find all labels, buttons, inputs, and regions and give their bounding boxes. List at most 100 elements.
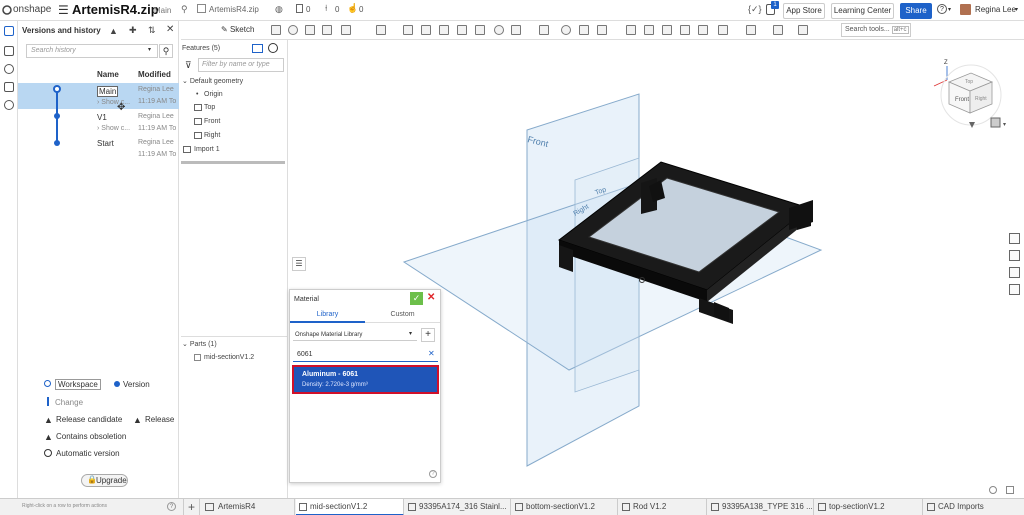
- filter-input[interactable]: Filter by name or type: [198, 58, 284, 72]
- part-item[interactable]: mid-sectionV1.2: [204, 354, 254, 361]
- create-version-icon[interactable]: ▲: [109, 26, 118, 36]
- link-icon[interactable]: ⚲: [181, 4, 188, 15]
- clear-search-icon[interactable]: ✕: [428, 349, 435, 358]
- tab-93395a138[interactable]: 93395A138_TYPE 316 ...: [708, 499, 814, 515]
- tab-bottom-section[interactable]: bottom-sectionV1.2: [512, 499, 618, 515]
- breadcrumb[interactable]: ArtemisR4.zip: [209, 5, 259, 14]
- cylinder-icon[interactable]: [494, 25, 504, 35]
- menu-icon[interactable]: ☰: [58, 3, 69, 17]
- offset-surface-icon[interactable]: [698, 25, 708, 35]
- add-tab-button[interactable]: +: [183, 499, 200, 515]
- history-icon[interactable]: [4, 100, 14, 110]
- feature-front[interactable]: Front: [204, 118, 220, 125]
- feature-right[interactable]: Right: [204, 132, 220, 139]
- search-icon[interactable]: ⚲: [159, 44, 173, 58]
- tab-mid-section[interactable]: mid-sectionV1.2: [296, 499, 404, 515]
- section-view-icon[interactable]: [1009, 250, 1020, 261]
- delete-part-icon[interactable]: [626, 25, 636, 35]
- render-mode-icon[interactable]: [1009, 233, 1020, 244]
- feature-origin[interactable]: Origin: [204, 91, 223, 98]
- add-feature-icon[interactable]: [252, 44, 263, 53]
- draft-icon[interactable]: [421, 25, 431, 35]
- version-name[interactable]: Main: [97, 86, 119, 97]
- transform-icon[interactable]: [597, 25, 607, 35]
- fit-view-icon[interactable]: [1006, 486, 1014, 494]
- view-cube-right[interactable]: Right: [975, 96, 987, 102]
- search-history-chevron-icon[interactable]: ▾: [148, 46, 151, 53]
- version-name[interactable]: Start: [97, 139, 114, 148]
- feature-top[interactable]: Top: [204, 104, 215, 111]
- mate-connector-icon[interactable]: [746, 25, 756, 35]
- rollback-icon[interactable]: [268, 43, 278, 53]
- globe-icon[interactable]: ◍: [275, 4, 283, 15]
- helix-icon[interactable]: [773, 25, 783, 35]
- material-result-aluminum[interactable]: Aluminum - 6061 Density: 2.720e-3 g/mm³: [292, 365, 439, 394]
- view-cube-top[interactable]: Top: [965, 79, 973, 85]
- split-icon[interactable]: [579, 25, 589, 35]
- tab-artemisr4[interactable]: ArtemisR4: [201, 499, 295, 515]
- tab-top-section[interactable]: top-sectionV1.2: [815, 499, 923, 515]
- branch-icon[interactable]: ✚: [129, 25, 137, 36]
- add-library-icon[interactable]: +: [421, 328, 435, 342]
- parts-toggle[interactable]: ⌄ Parts (1): [182, 340, 217, 348]
- version-name[interactable]: V1: [97, 113, 107, 122]
- help-icon[interactable]: ?: [937, 4, 947, 14]
- code-icon[interactable]: {✓}: [748, 4, 762, 15]
- fillet-icon[interactable]: [376, 25, 386, 35]
- sketch-button[interactable]: ✎ Sketch: [221, 25, 254, 34]
- close-versions-icon[interactable]: ✕: [166, 24, 174, 35]
- document-title[interactable]: ArtemisR4.zip: [72, 2, 159, 17]
- library-chevron-icon[interactable]: ▾: [409, 330, 412, 337]
- material-library-select[interactable]: Onshape Material Library: [293, 329, 417, 341]
- extrude-icon[interactable]: [271, 25, 281, 35]
- pattern-icon[interactable]: [511, 25, 521, 35]
- cancel-icon[interactable]: ✕: [427, 292, 435, 303]
- insert-icon[interactable]: [4, 46, 14, 56]
- viewport-settings-icon[interactable]: [989, 486, 997, 494]
- documents-icon[interactable]: [296, 4, 303, 13]
- view-cube-front[interactable]: Front: [955, 97, 969, 103]
- share-button[interactable]: Share: [900, 3, 932, 19]
- version-pin-icon[interactable]: ⍿: [325, 3, 327, 14]
- like-icon[interactable]: ☝: [347, 3, 358, 14]
- configurations-icon[interactable]: [4, 82, 14, 92]
- hint-help-icon[interactable]: ?: [167, 502, 176, 511]
- confirm-icon[interactable]: ✓: [410, 292, 423, 305]
- chamfer-icon[interactable]: [403, 25, 413, 35]
- shell-icon[interactable]: [457, 25, 467, 35]
- material-help-icon[interactable]: ?: [429, 470, 437, 478]
- feature-list-icon[interactable]: [4, 26, 14, 36]
- feature-import[interactable]: Import 1: [194, 146, 220, 153]
- replace-face-icon[interactable]: [680, 25, 690, 35]
- material-search-input[interactable]: 6061: [293, 348, 438, 362]
- tab-cad-imports[interactable]: CAD Imports: [924, 499, 1024, 515]
- modify-fillet-icon[interactable]: [644, 25, 654, 35]
- thicken-icon[interactable]: [341, 25, 351, 35]
- user-chevron-icon[interactable]: ▾: [1015, 6, 1018, 13]
- loft-icon[interactable]: [322, 25, 332, 35]
- plane-tool-icon[interactable]: [718, 25, 728, 35]
- view-options-icon[interactable]: [990, 117, 1001, 128]
- onshape-logo[interactable]: onshape: [13, 4, 51, 15]
- tab-library[interactable]: Library: [290, 309, 365, 323]
- tab-93395a174[interactable]: 93395A174_316 Stainl...: [405, 499, 511, 515]
- hole-icon[interactable]: [475, 25, 485, 35]
- named-views-icon[interactable]: [1009, 267, 1020, 278]
- branch-label[interactable]: Main: [154, 6, 171, 15]
- comments-icon[interactable]: [4, 64, 14, 74]
- help-chevron-icon[interactable]: ▾: [948, 6, 951, 13]
- avatar[interactable]: [960, 4, 971, 15]
- default-geometry-toggle[interactable]: ⌄ Default geometry: [182, 77, 243, 85]
- rollback-bar[interactable]: [181, 161, 285, 164]
- rib-icon[interactable]: [439, 25, 449, 35]
- tab-custom[interactable]: Custom: [365, 309, 440, 323]
- search-tools-input[interactable]: Search tools... alt+c: [841, 23, 911, 37]
- search-history-input[interactable]: Search history: [26, 44, 158, 58]
- app-store-button[interactable]: App Store: [783, 3, 825, 19]
- move-face-icon[interactable]: [662, 25, 672, 35]
- tab-rod[interactable]: Rod V1.2: [619, 499, 707, 515]
- learning-center-button[interactable]: Learning Center: [831, 3, 894, 19]
- sweep-icon[interactable]: [305, 25, 315, 35]
- mirror-icon[interactable]: [539, 25, 549, 35]
- version-show-changes[interactable]: › Show c...: [97, 125, 130, 132]
